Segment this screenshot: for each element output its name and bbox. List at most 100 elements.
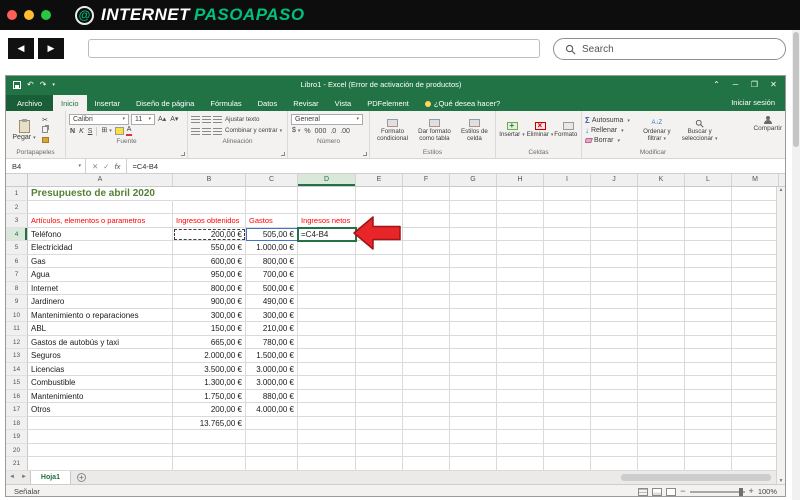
- cell-J15[interactable]: [591, 376, 638, 390]
- delete-cells-button[interactable]: Eliminar▾: [527, 121, 554, 138]
- window-zoom-button[interactable]: [41, 10, 51, 20]
- number-format-select[interactable]: General ▾: [291, 113, 363, 125]
- ribbon-tab-revisar[interactable]: Revisar: [285, 95, 326, 111]
- cell-B20[interactable]: [173, 443, 246, 457]
- cell-G6[interactable]: [450, 254, 497, 268]
- cell-B5[interactable]: 550,00 €: [173, 241, 246, 255]
- cell-J18[interactable]: [591, 416, 638, 430]
- cell-C3[interactable]: Gastos: [246, 214, 298, 228]
- cell-L4[interactable]: [685, 227, 732, 241]
- cell-L15[interactable]: [685, 376, 732, 390]
- page-break-view-icon[interactable]: [666, 487, 677, 496]
- cell-C8[interactable]: 500,00 €: [246, 281, 298, 295]
- cell-D6[interactable]: [298, 254, 356, 268]
- cell-L19[interactable]: [685, 430, 732, 444]
- increase-decimal-icon[interactable]: .0: [329, 127, 337, 136]
- scroll-down-icon[interactable]: ▼: [779, 478, 784, 484]
- cell-G10[interactable]: [450, 308, 497, 322]
- cell-I2[interactable]: [544, 200, 591, 214]
- cell-M19[interactable]: [732, 430, 779, 444]
- cell-H15[interactable]: [497, 376, 544, 390]
- cell-A17[interactable]: Otros: [28, 403, 173, 417]
- cell-C19[interactable]: [246, 430, 298, 444]
- cell-I12[interactable]: [544, 335, 591, 349]
- zoom-slider-thumb[interactable]: [738, 487, 743, 496]
- cell-A1[interactable]: Presupuesto de abril 2020: [28, 187, 173, 201]
- cell-H10[interactable]: [497, 308, 544, 322]
- cell-H9[interactable]: [497, 295, 544, 309]
- row-header-11[interactable]: 11: [6, 322, 28, 336]
- undo-icon[interactable]: ↶: [27, 80, 34, 89]
- cell-C14[interactable]: 3.000,00 €: [246, 362, 298, 376]
- cell-L13[interactable]: [685, 349, 732, 363]
- column-header-D[interactable]: D: [298, 174, 356, 186]
- cell-K15[interactable]: [638, 376, 685, 390]
- cell-B2[interactable]: [173, 200, 246, 214]
- cell-B18[interactable]: 13.765,00 €: [173, 416, 246, 430]
- cell-L17[interactable]: [685, 403, 732, 417]
- cell-A8[interactable]: Internet: [28, 281, 173, 295]
- select-all-corner[interactable]: [6, 174, 28, 186]
- sheet-tab-hoja1[interactable]: Hoja1: [29, 470, 71, 484]
- cell-D12[interactable]: [298, 335, 356, 349]
- cell-C1[interactable]: [246, 187, 298, 201]
- cell-J19[interactable]: [591, 430, 638, 444]
- clear-button[interactable]: Borrar ▾: [585, 136, 635, 146]
- cell-D21[interactable]: [298, 457, 356, 471]
- cell-A13[interactable]: Seguros: [28, 349, 173, 363]
- cell-C20[interactable]: [246, 443, 298, 457]
- comma-format-icon[interactable]: 000: [314, 127, 328, 136]
- cell-J4[interactable]: [591, 227, 638, 241]
- column-header-E[interactable]: E: [356, 174, 403, 186]
- row-header-16[interactable]: 16: [6, 389, 28, 403]
- cell-F19[interactable]: [403, 430, 450, 444]
- cell-K20[interactable]: [638, 443, 685, 457]
- cell-H18[interactable]: [497, 416, 544, 430]
- cell-J17[interactable]: [591, 403, 638, 417]
- cell-J3[interactable]: [591, 214, 638, 228]
- cell-H7[interactable]: [497, 268, 544, 282]
- share-button[interactable]: Compartir: [753, 116, 782, 132]
- cell-A21[interactable]: [28, 457, 173, 471]
- row-header-3[interactable]: 3: [6, 214, 28, 228]
- row-header-6[interactable]: 6: [6, 254, 28, 268]
- row-header-1[interactable]: 1: [6, 187, 28, 201]
- cell-G11[interactable]: [450, 322, 497, 336]
- cell-G12[interactable]: [450, 335, 497, 349]
- cell-L20[interactable]: [685, 443, 732, 457]
- increase-font-size-icon[interactable]: A▴: [157, 115, 167, 124]
- cell-C13[interactable]: 1.500,00 €: [246, 349, 298, 363]
- insert-cells-button[interactable]: Insertar▾: [499, 121, 525, 138]
- cell-K2[interactable]: [638, 200, 685, 214]
- cell-A16[interactable]: Mantenimiento: [28, 389, 173, 403]
- align-center-icon[interactable]: [202, 127, 211, 135]
- cell-D16[interactable]: [298, 389, 356, 403]
- cell-H11[interactable]: [497, 322, 544, 336]
- row-header-17[interactable]: 17: [6, 403, 28, 417]
- cell-C9[interactable]: 490,00 €: [246, 295, 298, 309]
- cell-K7[interactable]: [638, 268, 685, 282]
- font-name-select[interactable]: Calibri ▾: [69, 113, 129, 125]
- cell-J11[interactable]: [591, 322, 638, 336]
- cell-F18[interactable]: [403, 416, 450, 430]
- horizontal-scrollbar-thumb[interactable]: [621, 473, 771, 481]
- align-right-icon[interactable]: [213, 127, 222, 135]
- cell-A20[interactable]: [28, 443, 173, 457]
- column-header-G[interactable]: G: [450, 174, 497, 186]
- sign-in-button[interactable]: Iniciar sesión: [731, 98, 775, 111]
- ribbon-tab-inicio[interactable]: Inicio: [53, 95, 87, 111]
- cell-D19[interactable]: [298, 430, 356, 444]
- currency-format-icon[interactable]: $ ▾: [291, 126, 301, 136]
- underline-button[interactable]: S: [87, 127, 94, 136]
- row-header-14[interactable]: 14: [6, 362, 28, 376]
- cell-D3[interactable]: Ingresos netos: [298, 214, 356, 228]
- cell-G15[interactable]: [450, 376, 497, 390]
- zoom-slider[interactable]: [689, 487, 745, 496]
- cell-A3[interactable]: Artículos, elementos o parametros: [28, 214, 173, 228]
- save-icon[interactable]: [13, 80, 21, 89]
- cell-F14[interactable]: [403, 362, 450, 376]
- merge-center-button[interactable]: Combinar y centrar ▾: [224, 126, 283, 136]
- italic-button[interactable]: K: [78, 127, 85, 136]
- cell-H2[interactable]: [497, 200, 544, 214]
- cell-K19[interactable]: [638, 430, 685, 444]
